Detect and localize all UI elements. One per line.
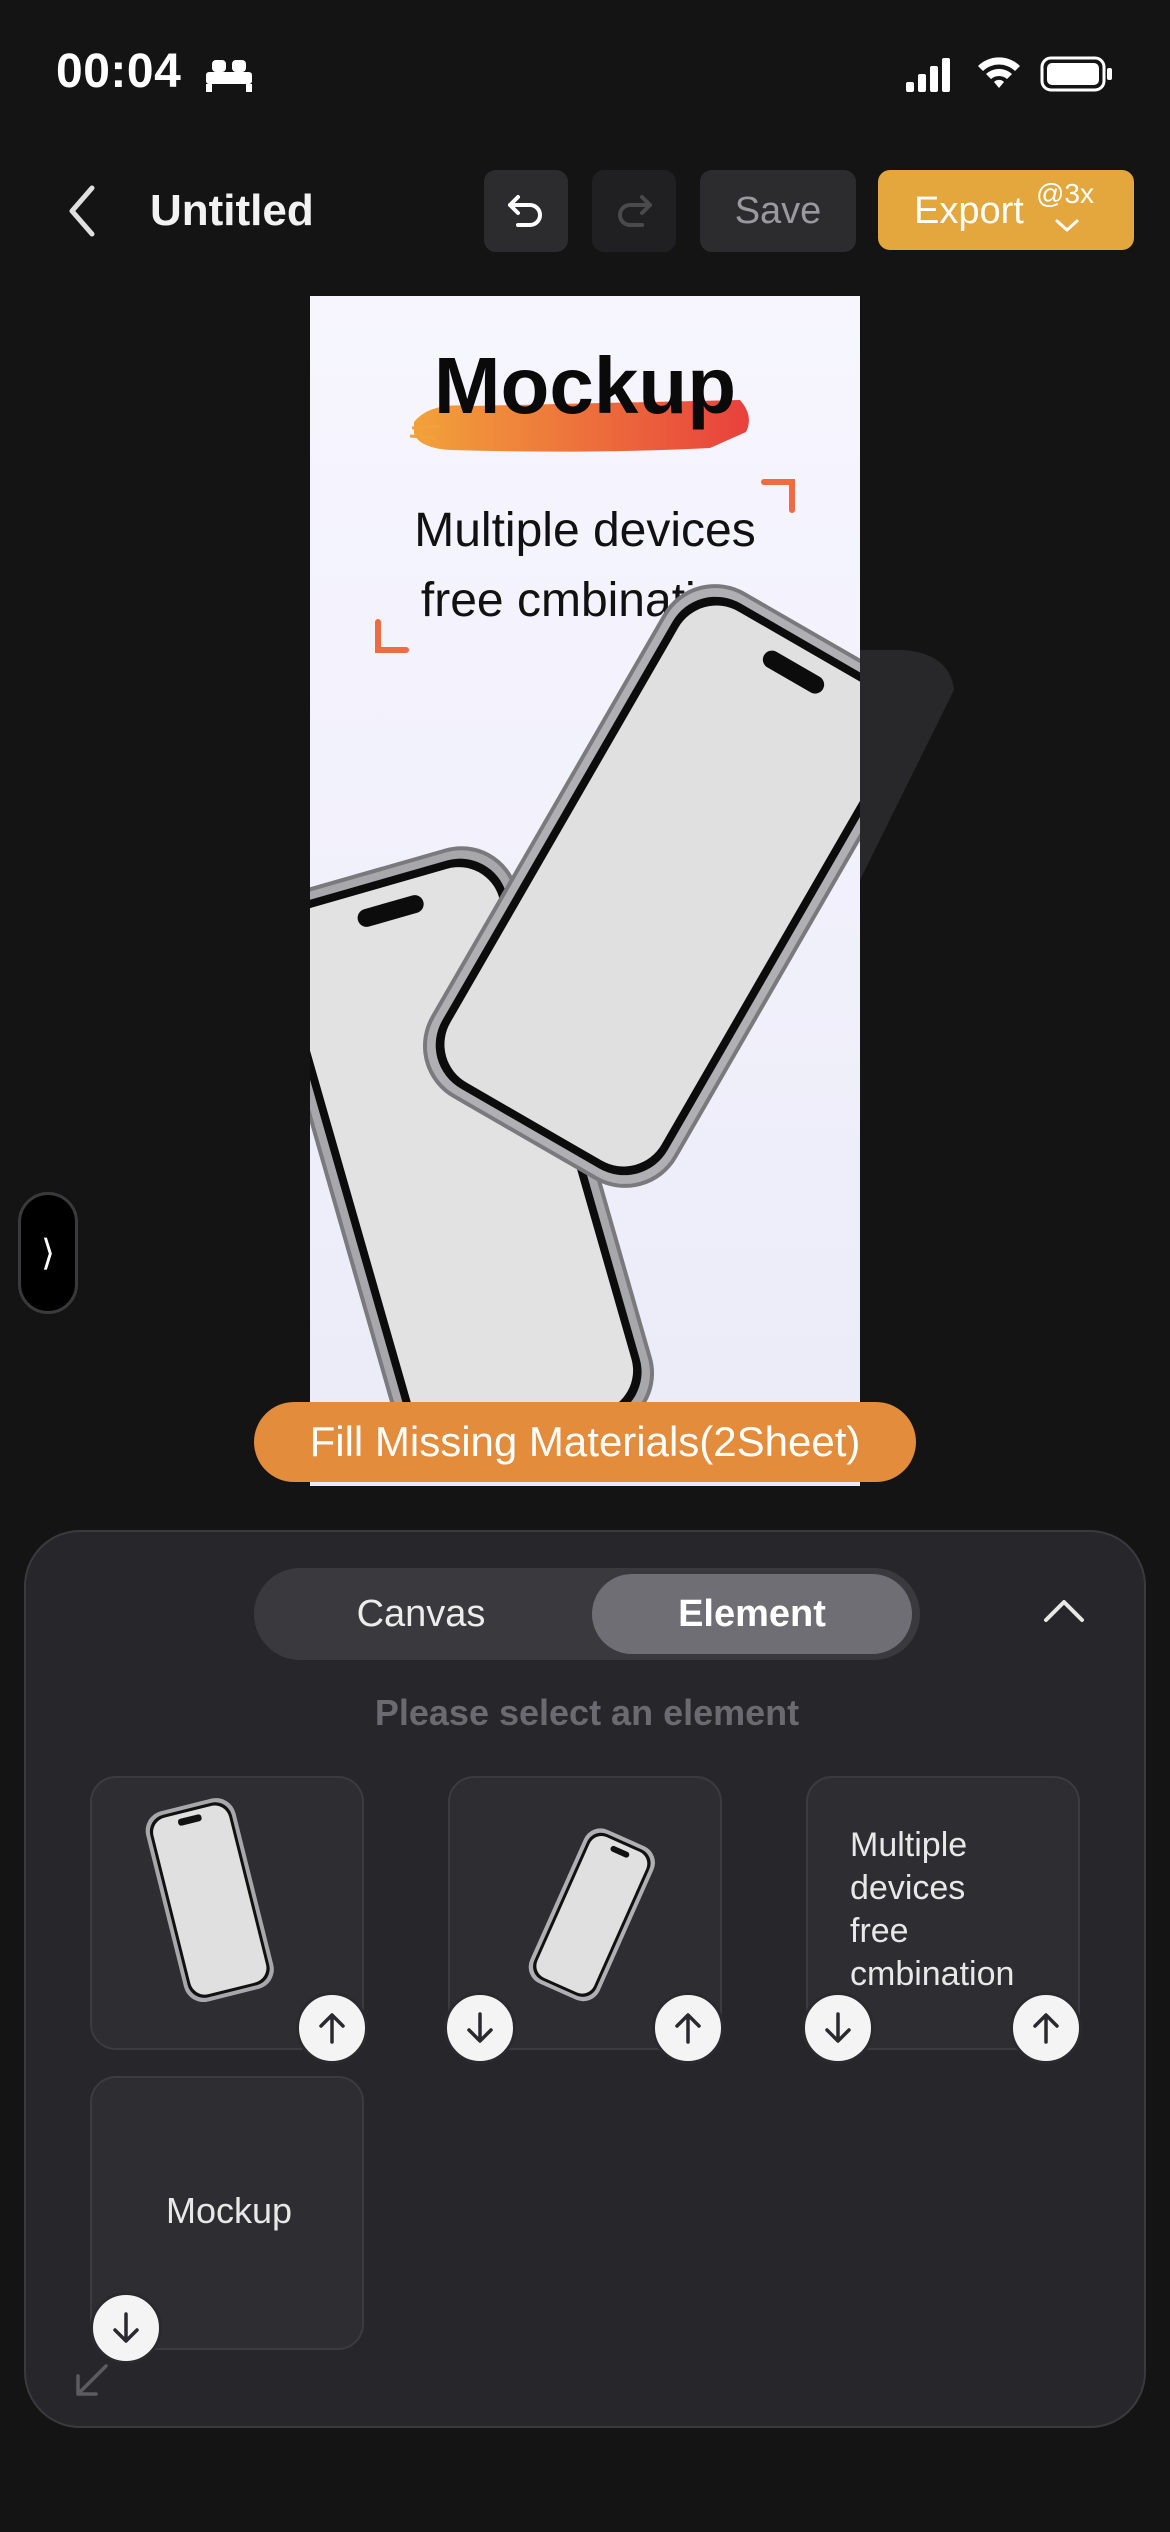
signal-icon xyxy=(906,58,950,92)
arrow-up-icon xyxy=(675,2013,701,2044)
battery-icon xyxy=(1040,56,1112,92)
side-drawer-handle[interactable]: ⟩ xyxy=(18,1192,78,1314)
subtitle-layer-line: free xyxy=(850,1912,909,1950)
resize-icon[interactable] xyxy=(70,2358,114,2402)
redo-button[interactable] xyxy=(592,170,676,252)
tab-element[interactable]: Element xyxy=(592,1574,912,1654)
sleep-icon xyxy=(206,60,252,92)
export-label: Export xyxy=(914,190,1024,232)
export-scale: @3x xyxy=(1036,178,1094,209)
chevron-up-icon[interactable] xyxy=(1034,1582,1094,1642)
panel-tab-switcher: Canvas Element xyxy=(254,1568,920,1660)
back-icon[interactable] xyxy=(56,176,110,246)
move-layer-up-button[interactable] xyxy=(652,1992,724,2064)
element-panel: Canvas Element Please select an element xyxy=(24,1530,1146,2428)
move-layer-up-button[interactable] xyxy=(1010,1992,1082,2064)
undo-icon xyxy=(508,195,542,227)
chevron-down-icon xyxy=(1055,219,1079,232)
canvas-title: Mockup xyxy=(433,341,737,430)
move-layer-down-button[interactable] xyxy=(90,2292,162,2364)
title-layer-preview: Mockup xyxy=(165,2190,293,2231)
save-button[interactable]: Save xyxy=(700,170,856,252)
undo-button[interactable] xyxy=(484,170,568,252)
tab-canvas[interactable]: Canvas xyxy=(254,1568,588,1660)
fill-missing-materials-button[interactable]: Fill Missing Materials(2Sheet) xyxy=(254,1402,916,1482)
design-canvas[interactable]: Mockup Multiple devices free cmbination xyxy=(310,296,860,1486)
subtitle-layer-line: devices xyxy=(850,1869,966,1907)
move-layer-down-button[interactable] xyxy=(802,1992,874,2064)
move-layer-down-button[interactable] xyxy=(444,1992,516,2064)
arrow-down-icon xyxy=(113,2312,139,2343)
arrow-up-icon xyxy=(319,2013,345,2044)
phone-overflow-region xyxy=(860,650,954,880)
arrow-down-icon xyxy=(467,2012,493,2043)
redo-icon xyxy=(618,195,652,227)
arrow-down-icon xyxy=(825,2012,851,2043)
status-time: 00:04 xyxy=(56,45,182,98)
move-layer-up-button[interactable] xyxy=(296,1992,368,2064)
wifi-icon xyxy=(978,57,1020,88)
select-element-hint: Please select an element xyxy=(374,1692,800,1733)
subtitle-layer-preview: Multiple devices free cmbination xyxy=(850,1824,1014,1996)
subtitle-layer-line: cmbination xyxy=(850,1955,1015,1993)
phone-mockups xyxy=(310,584,860,1473)
chevron-right-icon: ⟩ xyxy=(40,1232,56,1273)
arrow-up-icon xyxy=(1033,2013,1059,2044)
export-button[interactable]: Export @3x xyxy=(878,170,1134,250)
document-title[interactable]: Untitled xyxy=(150,186,314,236)
status-bar: 00:04 xyxy=(0,0,1170,140)
subtitle-layer-line: Multiple xyxy=(850,1826,968,1864)
